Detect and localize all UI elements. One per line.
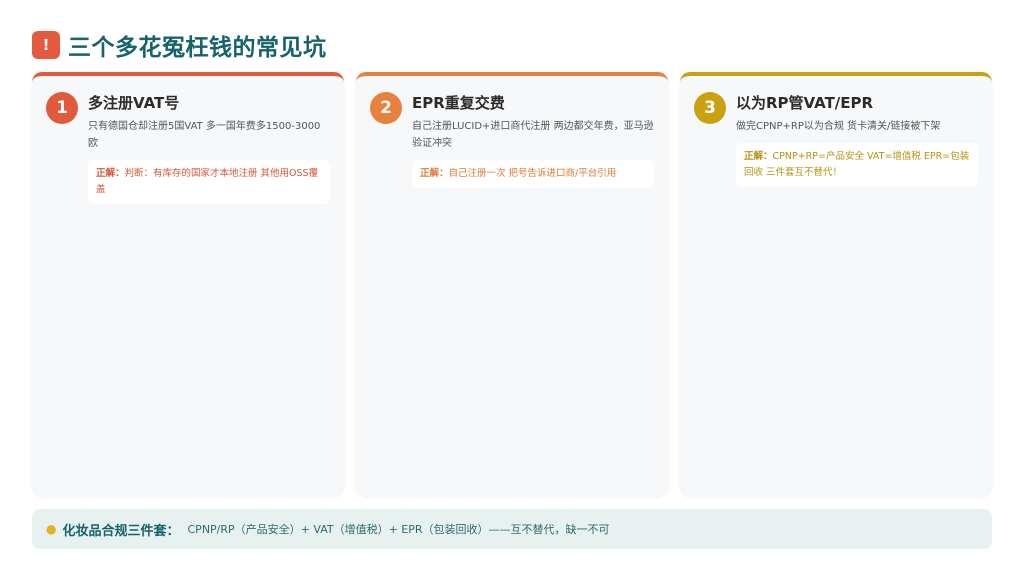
page-header: ! 三个多花冤枉钱的常见坑 — [32, 28, 327, 62]
solution-text: 判断：有库存的国家才本地注册 其他用OSS覆盖 — [96, 168, 319, 195]
card-number-badge: 3 — [694, 92, 726, 124]
summary-label: 化妆品合规三件套： — [62, 523, 180, 539]
bulb-icon: ● — [46, 522, 57, 536]
page-title: 三个多花冤枉钱的常见坑 — [68, 35, 327, 61]
solution-label: 正解： — [96, 168, 125, 179]
card-description: 只有德国仓却注册5国VAT 多一国年费多1500-3000欧 — [88, 121, 321, 149]
pitfall-cards: 1 多注册VAT号 只有德国仓却注册5国VAT 多一国年费多1500-3000欧… — [32, 72, 992, 496]
card-description: 自己注册LUCID+进口商代注册 两边都交年费，亚马逊验证冲突 — [412, 121, 654, 149]
solution-text: CPNP+RP=产品安全 VAT=增值税 EPR=包装回收 三件套互不替代！ — [744, 151, 970, 178]
solution-label: 正解： — [420, 168, 449, 179]
pitfall-card-2: 2 EPR重复交费 自己注册LUCID+进口商代注册 两边都交年费，亚马逊验证冲… — [356, 72, 668, 496]
solution-box: 正解：CPNP+RP=产品安全 VAT=增值税 EPR=包装回收 三件套互不替代… — [736, 143, 978, 187]
card-title: 以为RP管VAT/EPR — [736, 94, 874, 112]
solution-text: 自己注册一次 把号告诉进口商/平台引用 — [448, 168, 617, 179]
pitfall-card-3: 3 以为RP管VAT/EPR 做完CPNP+RP以为合规 货卡清关/链接被下架 … — [680, 72, 992, 496]
pitfall-card-1: 1 多注册VAT号 只有德国仓却注册5国VAT 多一国年费多1500-3000欧… — [32, 72, 344, 496]
solution-box: 正解：判断：有库存的国家才本地注册 其他用OSS覆盖 — [88, 160, 330, 204]
summary-text: CPNP/RP（产品安全）+ VAT（增值税）+ EPR（包装回收）——互不替代… — [187, 523, 610, 536]
alert-icon: ! — [32, 31, 60, 59]
summary-bar: ● 化妆品合规三件套： CPNP/RP（产品安全）+ VAT（增值税）+ EPR… — [32, 509, 992, 549]
solution-box: 正解：自己注册一次 把号告诉进口商/平台引用 — [412, 160, 654, 188]
card-description: 做完CPNP+RP以为合规 货卡清关/链接被下架 — [736, 121, 941, 132]
solution-label: 正解： — [744, 151, 773, 162]
card-title: 多注册VAT号 — [88, 94, 180, 112]
card-number-badge: 1 — [46, 92, 78, 124]
card-title: EPR重复交费 — [412, 94, 505, 112]
card-number-badge: 2 — [370, 92, 402, 124]
